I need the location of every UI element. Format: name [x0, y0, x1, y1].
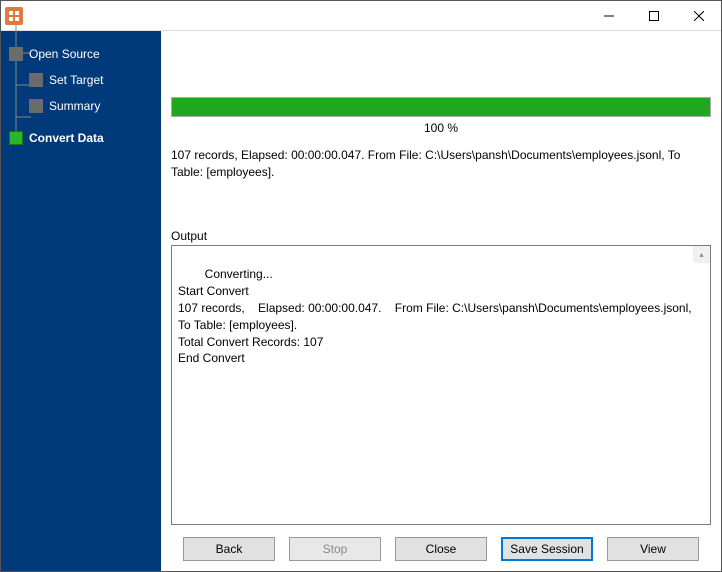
sidebar-item-label: Summary: [49, 99, 100, 113]
sidebar: Open Source Set Target Summary Convert D…: [1, 31, 161, 571]
output-textarea[interactable]: Converting... Start Convert 107 records,…: [171, 245, 711, 525]
view-button[interactable]: View: [607, 537, 699, 561]
app-icon: [5, 7, 23, 25]
maximize-button[interactable]: [631, 1, 676, 31]
progress-percent-label: 100 %: [171, 121, 711, 135]
progress-section: 100 %: [171, 97, 711, 135]
app-window: Open Source Set Target Summary Convert D…: [0, 0, 722, 572]
output-content: Converting... Start Convert 107 records,…: [178, 267, 705, 365]
status-text: 107 records, Elapsed: 00:00:00.047. From…: [171, 147, 711, 181]
output-label: Output: [171, 229, 711, 243]
sidebar-item-summary[interactable]: Summary: [1, 93, 161, 119]
sidebar-item-label: Convert Data: [29, 131, 104, 145]
step-icon: [29, 99, 43, 113]
step-icon: [29, 73, 43, 87]
progress-fill: [172, 98, 710, 116]
titlebar: [1, 1, 721, 31]
save-session-button[interactable]: Save Session: [501, 537, 593, 561]
window-controls: [586, 1, 721, 31]
stop-button: Stop: [289, 537, 381, 561]
progress-bar: [171, 97, 711, 117]
sidebar-item-set-target[interactable]: Set Target: [1, 67, 161, 93]
close-dialog-button[interactable]: Close: [395, 537, 487, 561]
step-icon: [9, 47, 23, 61]
close-button[interactable]: [676, 1, 721, 31]
sidebar-item-open-source[interactable]: Open Source: [1, 41, 161, 67]
sidebar-item-label: Set Target: [49, 73, 103, 87]
body: Open Source Set Target Summary Convert D…: [1, 31, 721, 571]
titlebar-left: [1, 7, 23, 25]
main-panel: 100 % 107 records, Elapsed: 00:00:00.047…: [161, 31, 721, 571]
back-button[interactable]: Back: [183, 537, 275, 561]
sidebar-item-convert-data[interactable]: Convert Data: [1, 125, 161, 151]
button-row: Back Stop Close Save Session View: [171, 525, 711, 561]
minimize-button[interactable]: [586, 1, 631, 31]
step-icon-active: [9, 131, 23, 145]
scroll-up-icon[interactable]: ▴: [693, 246, 710, 263]
sidebar-item-label: Open Source: [29, 47, 100, 61]
